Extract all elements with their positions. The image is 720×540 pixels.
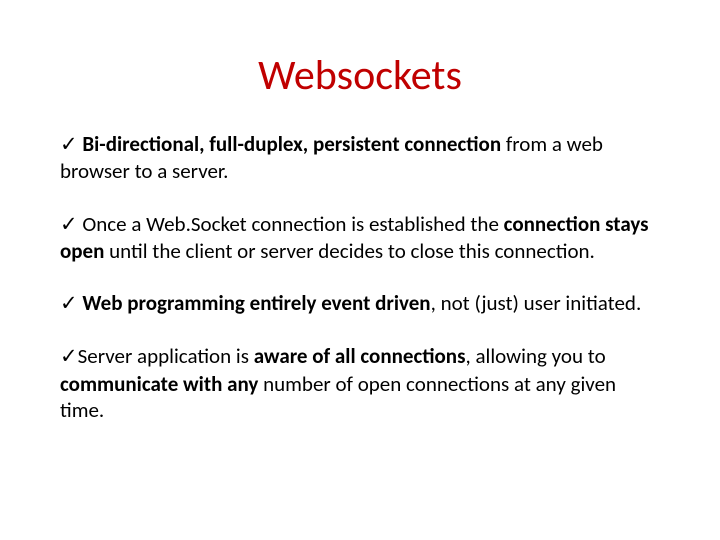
bullet-bold: communicate with any bbox=[60, 371, 258, 397]
slide: Websockets ✓ Bi-directional, full-duplex… bbox=[0, 0, 720, 540]
bullet-text: , not (just) user initiated. bbox=[431, 290, 642, 316]
bullet-bold: Bi-directional, full-duplex, persistent … bbox=[82, 131, 501, 157]
bullet-item: ✓ Once a Web.Socket connection is establ… bbox=[60, 211, 660, 265]
bullet-bold: Web programming entirely event driven bbox=[82, 290, 430, 316]
check-icon: ✓ bbox=[60, 213, 78, 236]
bullet-text: Server application is bbox=[78, 343, 254, 369]
bullet-item: ✓Server application is aware of all conn… bbox=[60, 343, 660, 423]
bullet-text: , allowing you to bbox=[465, 343, 605, 369]
bullet-item: ✓ Web programming entirely event driven,… bbox=[60, 290, 660, 317]
bullet-item: ✓ Bi-directional, full-duplex, persisten… bbox=[60, 131, 660, 185]
bullet-text: Once a Web.Socket connection is establis… bbox=[82, 211, 503, 237]
slide-title: Websockets bbox=[60, 50, 660, 101]
check-icon: ✓ bbox=[60, 133, 78, 156]
bullet-text: until the client or server decides to cl… bbox=[104, 238, 594, 264]
check-icon: ✓ bbox=[60, 292, 78, 315]
check-icon: ✓ bbox=[60, 345, 78, 368]
bullet-bold: aware of all connections bbox=[254, 343, 466, 369]
